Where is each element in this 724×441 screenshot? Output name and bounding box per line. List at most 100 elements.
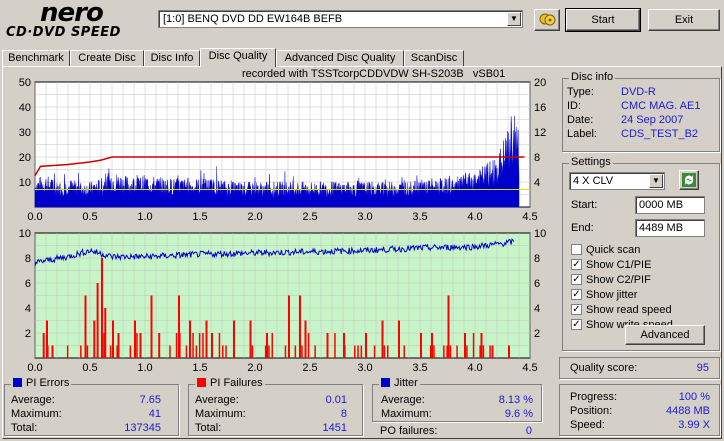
option-label: Show C2/PIF [586,273,651,286]
pif-bar [344,345,346,358]
disc-info-group: Disc info Type: DVD-R ID: CMC MAG. AE1 Date:… [562,71,720,152]
pierr-label: Total: [11,422,38,434]
quality-score-group: Quality score: 95 [559,357,720,379]
option-show-c1-pie[interactable]: ✓ Show C1/PIE [571,257,673,272]
y-left-tick-label: 10 [19,177,31,189]
pif-bar [251,345,254,358]
speed-select[interactable]: 4 X CLV ▼ [569,172,665,190]
pierr-value: 137345 [124,422,161,434]
pif-bar [456,345,458,358]
pif-bar [158,333,161,358]
nero-logo: nero CD·DVD SPEED [6,0,156,40]
checkbox[interactable]: ✓ [571,319,582,330]
x-tick-label: 2.5 [302,362,317,374]
pifail-label: Maximum: [195,408,246,420]
pifail-row: Average: 0.01 [195,393,347,407]
chevron-down-icon[interactable]: ▼ [649,174,663,188]
y-left-tick-label: 6 [25,278,31,290]
pierr-label: Maximum: [11,408,62,420]
x-tick-label: 1.0 [137,362,152,374]
pif-bar [139,333,142,358]
y-right-tick-label: 8 [534,253,540,265]
start-button[interactable]: Start [565,8,641,32]
eject-button[interactable] [534,9,560,31]
pif-bar [357,345,359,358]
pifail-value: 0.01 [325,394,347,406]
pif-bar [179,333,181,358]
tab-advanced-disc-quality[interactable]: Advanced Disc Quality [276,50,404,66]
tab-disc-info[interactable]: Disc Info [144,50,200,66]
pierr-value: 7.65 [139,394,161,406]
checkbox[interactable]: ✓ [571,259,582,270]
jit-label: Average: [381,394,425,406]
chevron-down-icon[interactable]: ▼ [507,12,521,26]
pif-bar [150,295,153,358]
pif-bar [472,333,475,358]
pif-bar [354,345,356,358]
tab-disc-quality[interactable]: Disc Quality [200,48,276,67]
y-left-tick-label: 2 [25,328,31,340]
x-tick-label: 4.5 [522,362,537,374]
pif-bar [466,345,468,358]
checkbox[interactable]: ✓ [571,289,582,300]
option-show-read-speed[interactable]: ✓ Show read speed [571,302,673,317]
y-right-tick-label: 10 [534,228,546,240]
pif-bar [304,345,306,358]
speed-select-value: 4 X CLV [573,175,614,187]
discinfo-label: Label: [567,128,597,140]
pif-bar [464,333,466,358]
exit-button[interactable]: Exit [648,9,720,31]
option-quick-scan[interactable]: Quick scan [571,242,673,257]
jit-label: Maximum: [381,408,432,420]
x-tick-label: 1.5 [192,211,207,223]
pi-failures-title-text: PI Failures [210,377,263,389]
drive-select[interactable]: [1:0] BENQ DVD DD EW164B BEFB ▼ [158,10,523,28]
pif-bar [192,333,194,358]
pifail-label: Total: [195,422,222,434]
pi-errors-title: PI Errors [11,377,72,389]
settings-title: Settings [569,156,613,168]
tab-benchmark[interactable]: Benchmark [2,50,70,66]
disc-quality-charts: 0.0 0.5 1.0 1.5 2.0 2.5 3.0 3.5 4.0 4.5 10 20 30 40 50… [19,77,547,374]
checkbox[interactable]: ✓ [571,274,582,285]
y-left-tick-label: 4 [25,303,31,315]
po-failures-value: 0 [525,425,532,437]
pi-failures-group: PI Failures Average: 0.01 Maximum: 8 Total: 1… [188,377,363,436]
tab-create-disc[interactable]: Create Disc [70,50,144,66]
pif-bar [373,345,376,358]
discinfo-value: CDS_TEST_B2 [621,128,699,140]
progress-label: Position: [570,405,613,417]
pif-bar [86,345,89,358]
pifail-value: 1451 [322,422,347,434]
pif-bar [169,345,171,358]
option-show-jitter[interactable]: ✓ Show jitter [571,287,673,302]
pifail-label: Average: [195,394,239,406]
end-field[interactable]: 4489 MB [635,219,705,237]
pif-bar [381,320,384,358]
progress-value: 4488 MB [665,405,710,417]
checkbox[interactable] [571,244,582,255]
pif-bar [185,345,188,358]
refresh-button[interactable] [679,170,699,190]
start-field[interactable]: 0000 MB [635,196,705,214]
pif-bar [66,345,69,358]
disc-info-title: Disc info [569,71,616,83]
tab-scandisc[interactable]: ScanDisc [404,50,464,66]
discinfo-row: Label: CDS_TEST_B2 [567,127,717,141]
progress-row: Progress: 100 % [570,390,710,404]
pif-bar [112,320,114,358]
pif-bar [446,345,448,358]
advanced-button[interactable]: Advanced [625,325,705,345]
option-show-c2-pif[interactable]: ✓ Show C2/PIF [571,272,673,287]
pif-bar [383,345,386,358]
y-left-tick-label: 8 [25,253,31,265]
y-right-tick-label: 4 [534,177,540,189]
checkbox[interactable]: ✓ [571,304,582,315]
pif-bar [491,345,494,358]
x-tick-label: 2.0 [247,362,262,374]
pif-bar [443,345,445,358]
option-label: Show C1/PIE [586,258,652,271]
y-left-tick-label: 40 [19,102,31,114]
pif-bar [47,345,49,358]
pif-bar [284,345,287,358]
